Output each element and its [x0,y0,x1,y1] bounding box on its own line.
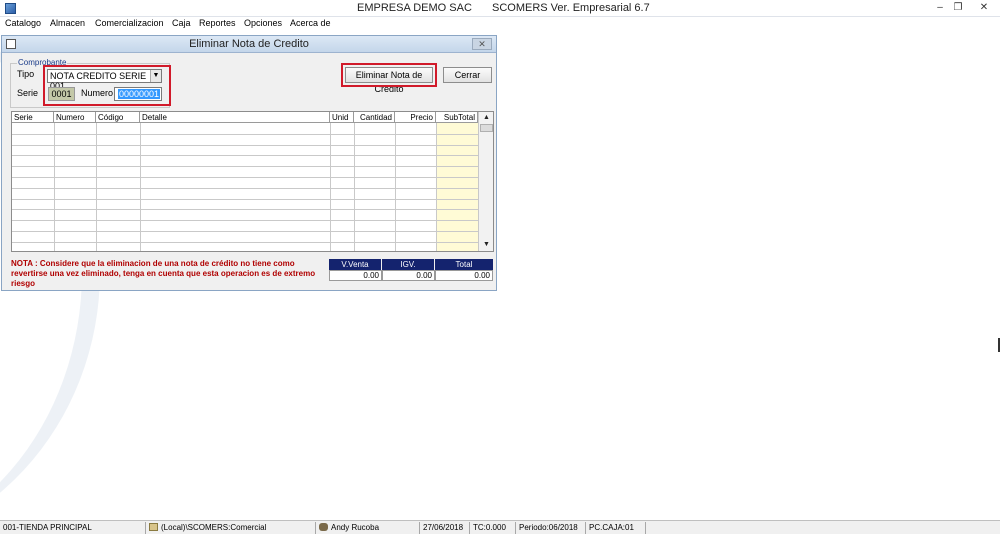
menu-opciones[interactable]: Opciones [244,18,282,28]
status-database-text: (Local)\SCOMERS:Comercial [161,523,267,532]
grid-header: Serie Numero Código Detalle Unid Cantida… [12,112,478,123]
company-name: EMPRESA DEMO SAC [357,2,472,14]
column-divider [96,123,97,251]
detail-grid[interactable]: Serie Numero Código Detalle Unid Cantida… [11,111,494,252]
vventa-value: 0.00 [329,270,382,281]
app-icon [5,3,16,14]
scroll-up-icon[interactable]: ▲ [479,112,493,123]
table-row[interactable] [12,166,478,168]
dialog-titlebar: Eliminar Nota de Credito ✕ [2,36,496,53]
col-detalle[interactable]: Detalle [140,112,330,123]
status-date: 27/06/2018 [420,522,470,534]
status-database: (Local)\SCOMERS:Comercial [146,522,316,534]
table-row[interactable] [12,209,478,211]
status-tc: TC:0.000 [470,522,516,534]
serie-label: Serie [17,88,39,98]
col-numero[interactable]: Numero [54,112,96,123]
menu-acerca-de[interactable]: Acerca de [290,18,331,28]
column-divider [395,123,396,251]
col-subtotal[interactable]: SubTotal [436,112,478,123]
dialog-close-button[interactable]: ✕ [472,38,492,50]
col-precio[interactable]: Precio [395,112,436,123]
dialog-title: Eliminar Nota de Credito [189,38,309,50]
close-button[interactable]: Cerrar [443,67,492,83]
menu-caja[interactable]: Caja [172,18,191,28]
column-divider [330,123,331,251]
table-row[interactable] [12,155,478,157]
column-divider [54,123,55,251]
user-icon [319,523,328,531]
total-value: 0.00 [435,270,493,281]
vventa-header: V.Venta [329,259,381,270]
highlight-box-comprobante [43,65,171,106]
col-codigo[interactable]: Código [96,112,140,123]
column-divider [436,123,437,251]
col-cantidad[interactable]: Cantidad [354,112,395,123]
status-pc: PC.CAJA:01 [586,522,646,534]
status-user: Andy Rucoba [316,522,420,534]
menu-reportes[interactable]: Reportes [199,18,236,28]
igv-value: 0.00 [382,270,435,281]
menu-comercializacion[interactable]: Comercializacion [95,18,164,28]
tipo-label: Tipo [17,69,35,79]
menu-almacen[interactable]: Almacen [50,18,85,28]
app-titlebar: EMPRESA DEMO SAC SCOMERS Ver. Empresaria… [0,0,1000,17]
table-row[interactable] [12,220,478,222]
scroll-down-icon[interactable]: ▼ [479,239,493,250]
table-row[interactable] [12,231,478,232]
restore-button[interactable]: ❐ [948,0,968,16]
table-row[interactable] [12,187,478,189]
column-divider [140,123,141,251]
status-bar: 001-TIENDA PRINCIPAL (Local)\SCOMERS:Com… [0,520,1000,534]
table-row[interactable] [12,133,478,135]
table-row[interactable] [12,177,478,178]
status-store: 001-TIENDA PRINCIPAL [0,522,146,534]
grid-scrollbar[interactable]: ▲ ▼ [478,112,493,251]
close-window-button[interactable]: ✕ [974,0,994,16]
total-header: Total [435,259,493,270]
product-version: SCOMERS Ver. Empresarial 6.7 [492,2,650,14]
table-row[interactable] [12,198,478,200]
warning-note: NOTA : Considere que la eliminacion de u… [11,259,316,288]
col-unid[interactable]: Unid [330,112,354,123]
highlight-box-delete [341,63,437,87]
database-icon [149,523,158,531]
delete-credit-note-dialog: Eliminar Nota de Credito ✕ Comprobante T… [1,35,497,291]
scroll-thumb[interactable] [480,124,493,132]
status-period: Periodo:06/2018 [516,522,586,534]
table-row[interactable] [12,241,478,243]
minimize-button[interactable]: – [930,0,950,16]
col-serie[interactable]: Serie [12,112,54,123]
menu-catalogo[interactable]: Catalogo [5,18,41,28]
igv-header: IGV. [382,259,434,270]
column-divider [354,123,355,251]
menu-bar: Catalogo Almacen Comercializacion Caja R… [0,17,1000,32]
table-row[interactable] [12,144,478,146]
status-user-text: Andy Rucoba [331,523,380,532]
